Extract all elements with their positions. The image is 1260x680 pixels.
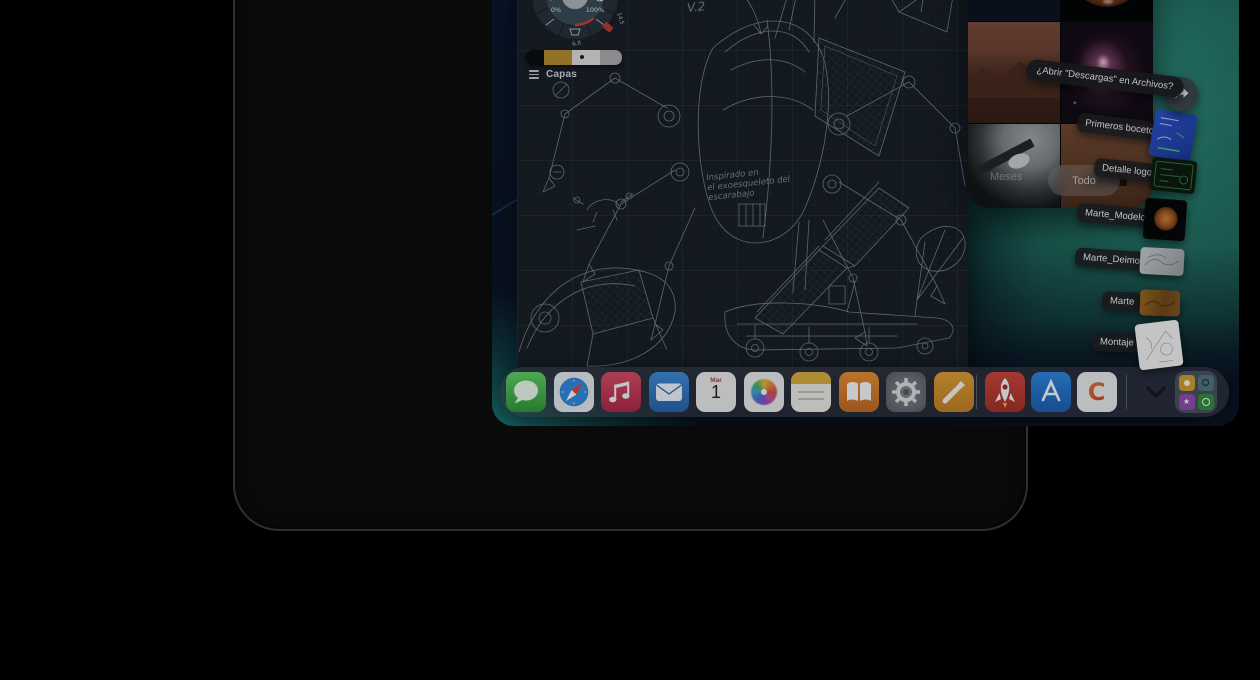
drag-item-thumbnail[interactable] [1148,109,1198,163]
calendar-day: 1 [696,382,736,403]
drag-item-thumbnail[interactable] [1143,198,1188,242]
messages-app-icon[interactable] [506,372,546,412]
rocket-app-icon[interactable] [985,372,1025,412]
opacity-max: 100% [586,6,605,14]
photo-mars-planet[interactable] [1061,0,1153,21]
tips-mini-icon [1179,375,1195,391]
app-group-icon[interactable]: ★ [1175,371,1217,413]
opacity-min: 0% [551,6,561,14]
settings-app-icon[interactable] [886,372,926,412]
notes-app-icon[interactable] [791,372,831,412]
drag-item-thumbnail[interactable] [1134,319,1183,370]
ipad-screen: Diseño_concep... 59% 90° PRO [492,0,1239,426]
camera-mini-icon [1198,375,1214,391]
timer-mini-icon [1198,394,1214,410]
calendar-app-icon[interactable]: Mar 1 [696,372,736,412]
books-app-icon[interactable] [839,372,879,412]
paint-c-glyph: C [1088,378,1106,406]
dock: Mar 1 C [500,367,1229,417]
wallpaper-diagonal-line [492,198,518,216]
tab-meses[interactable]: Meses [990,171,1022,183]
chevron-down-icon[interactable] [1145,385,1167,399]
annotation-version: V.2 [687,1,706,13]
swatch-selector-dot [580,55,584,59]
layers-label: Capas [546,69,577,80]
drawing-app-window: Diseño_concep... 59% 90° PRO [517,0,968,380]
pen-app-icon[interactable] [934,372,974,412]
dock-divider [976,375,977,409]
tool-wheel[interactable]: 1,6 1,6 pts [520,0,630,53]
drag-item-thumbnail[interactable] [1140,289,1181,316]
dock-divider [1126,375,1127,409]
photo-spacecraft[interactable] [968,124,1060,208]
safari-app-icon[interactable] [554,372,594,412]
layers-menu-icon [529,70,539,78]
mail-app-icon[interactable] [649,372,689,412]
drag-item-thumbnail[interactable] [1149,157,1197,195]
ipad-device: Diseño_concep... 59% 90° PRO [233,0,1028,531]
photo-nebula-horsehead[interactable] [968,0,1060,21]
drag-item-thumbnail[interactable] [1139,247,1184,276]
photos-app-icon[interactable] [744,372,784,412]
svg-text:14,5: 14,5 [615,12,624,26]
star-mini-icon: ★ [1179,394,1195,410]
app-store-icon[interactable] [1031,372,1071,412]
paint-app-icon[interactable]: C [1077,372,1117,412]
drag-item-label[interactable]: Marte [1102,291,1143,312]
layers-button[interactable]: Capas [529,69,577,80]
music-app-icon[interactable] [601,372,641,412]
svg-text:6,8: 6,8 [572,40,582,48]
drag-item-label[interactable]: Montaje [1092,332,1142,353]
